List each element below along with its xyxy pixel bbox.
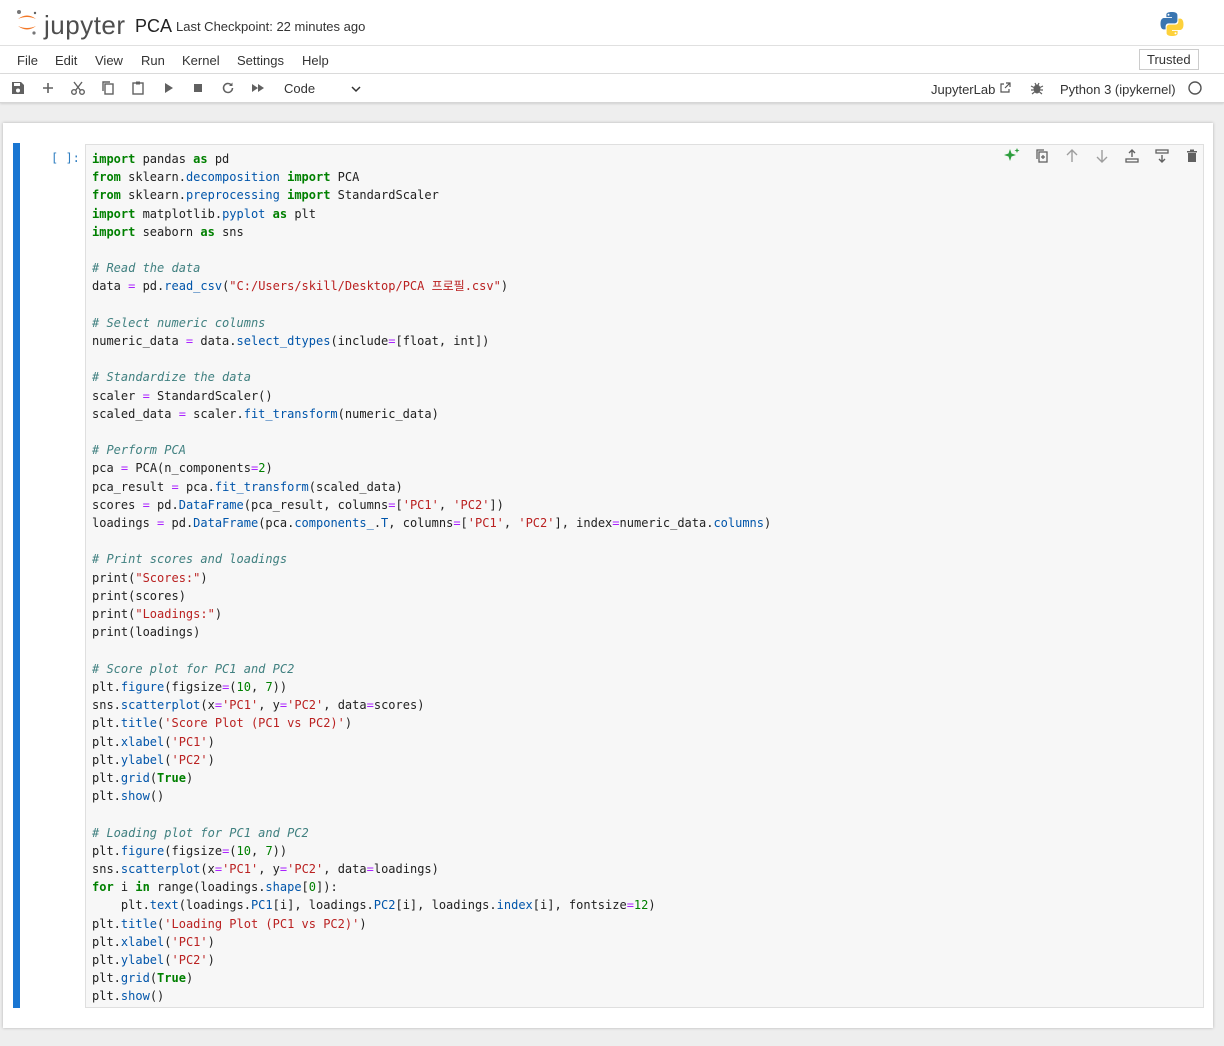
cell-action-toolbar — [1000, 147, 1200, 167]
move-up-icon[interactable] — [1063, 147, 1081, 165]
external-link-icon — [999, 82, 1011, 97]
run-icon[interactable] — [160, 80, 176, 96]
notebook-panel: [ ]: import pandas as pd from sklearn.de… — [3, 123, 1213, 1028]
trusted-indicator[interactable]: Trusted — [1139, 49, 1199, 70]
open-jupyterlab-link[interactable]: JupyterLab — [931, 82, 1011, 97]
save-icon[interactable] — [10, 80, 26, 96]
notebook-toolbar: Code JupyterLab Python 3 (ipykernel) — [0, 74, 1224, 103]
menu-kernel[interactable]: Kernel — [182, 53, 220, 68]
code-text[interactable]: import pandas as pd from sklearn.decompo… — [92, 150, 771, 1006]
menu-edit[interactable]: Edit — [55, 53, 77, 68]
menu-file[interactable]: File — [17, 53, 38, 68]
active-cell-indicator — [13, 143, 20, 1008]
duplicate-icon[interactable] — [1033, 147, 1051, 165]
delete-icon[interactable] — [1183, 147, 1201, 165]
ai-sparkle-icon[interactable] — [1003, 147, 1021, 165]
top-header: jupyter PCA Last Checkpoint: 22 minutes … — [0, 0, 1224, 46]
kernel-name[interactable]: Python 3 (ipykernel) — [1060, 82, 1176, 97]
menu-bar: File Edit View Run Kernel Settings Help … — [0, 46, 1224, 74]
menu-view[interactable]: View — [95, 53, 123, 68]
last-checkpoint: Last Checkpoint: 22 minutes ago — [176, 19, 366, 34]
copy-icon[interactable] — [100, 80, 116, 96]
jupyter-logo-text: jupyter — [44, 9, 126, 40]
add-cell-icon[interactable] — [40, 80, 56, 96]
debugger-bug-icon[interactable] — [1030, 81, 1046, 97]
fast-forward-icon[interactable] — [250, 80, 266, 96]
cell-type-select[interactable]: Code — [284, 81, 315, 96]
insert-above-icon[interactable] — [1123, 147, 1141, 165]
menu-help[interactable]: Help — [302, 53, 329, 68]
jupyter-logo-icon — [16, 9, 38, 40]
restart-icon[interactable] — [220, 80, 236, 96]
cell-input-prompt: [ ]: — [51, 151, 80, 165]
jupyterlab-label: JupyterLab — [931, 82, 996, 97]
move-down-icon[interactable] — [1093, 147, 1111, 165]
jupyter-logo[interactable]: jupyter — [16, 9, 126, 40]
chevron-down-icon[interactable] — [350, 82, 362, 100]
notebook-title[interactable]: PCA — [135, 16, 172, 37]
stop-icon[interactable] — [190, 80, 206, 96]
code-cell-editor[interactable]: import pandas as pd from sklearn.decompo… — [85, 144, 1204, 1008]
insert-below-icon[interactable] — [1153, 147, 1171, 165]
cut-icon[interactable] — [70, 80, 86, 96]
kernel-status-idle-icon — [1187, 80, 1203, 96]
menu-settings[interactable]: Settings — [237, 53, 284, 68]
python-logo-icon — [1158, 10, 1186, 43]
menu-run[interactable]: Run — [141, 53, 165, 68]
paste-icon[interactable] — [130, 80, 146, 96]
